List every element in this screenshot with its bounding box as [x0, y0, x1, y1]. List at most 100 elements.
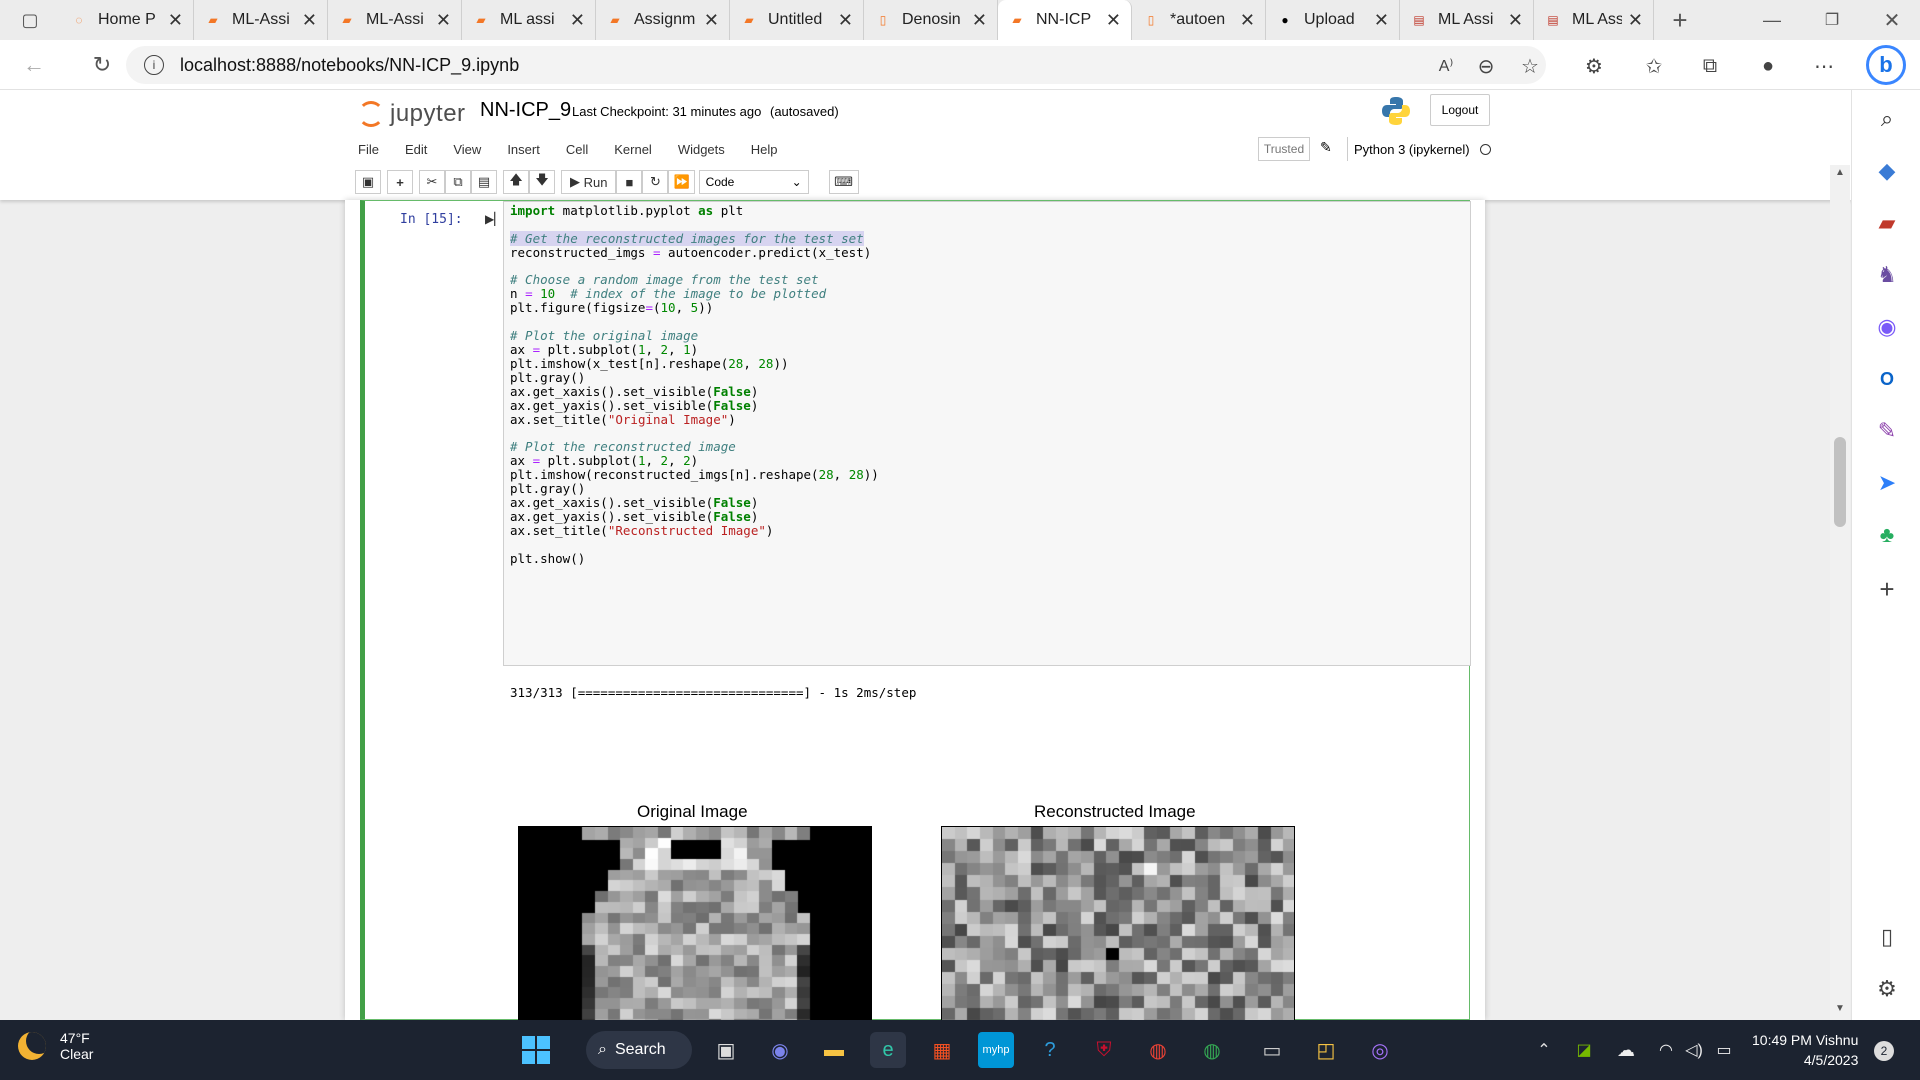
browser-tab[interactable]: ▰ ML assi ✕: [462, 0, 596, 40]
task-view-icon[interactable]: ▣: [708, 1032, 744, 1068]
menu-edit[interactable]: Edit: [392, 142, 440, 157]
menu-insert[interactable]: Insert: [494, 142, 553, 157]
menu-view[interactable]: View: [440, 142, 494, 157]
restore-icon[interactable]: ❐: [1812, 0, 1852, 40]
logout-button[interactable]: Logout: [1430, 94, 1490, 126]
close-tab-icon[interactable]: ✕: [302, 10, 317, 31]
trusted-badge[interactable]: Trusted: [1258, 137, 1310, 161]
browser-tab[interactable]: ◌ Home P ✕: [60, 0, 194, 40]
mcafee-icon[interactable]: ⛨: [1086, 1032, 1122, 1068]
browser-tab[interactable]: ▤ ML Assi ✕: [1534, 0, 1654, 40]
send-icon[interactable]: ➤: [1872, 468, 1902, 498]
cell-type-select[interactable]: Code ⌄: [698, 170, 809, 194]
close-window-icon[interactable]: ✕: [1872, 0, 1912, 40]
teams-chat-icon[interactable]: ◉: [762, 1032, 798, 1068]
menu-help[interactable]: Help: [738, 142, 791, 157]
close-tab-icon[interactable]: ✕: [838, 10, 853, 31]
insert-cell-icon[interactable]: +: [387, 170, 413, 194]
close-tab-icon[interactable]: ✕: [1374, 10, 1389, 31]
cut-icon[interactable]: ✂: [419, 170, 445, 194]
remote-desktop-icon[interactable]: ◰: [1308, 1032, 1344, 1068]
restart-icon[interactable]: ↻: [642, 170, 669, 194]
copy-icon[interactable]: ⧉: [445, 170, 471, 194]
command-palette-icon[interactable]: ⌨: [828, 170, 859, 194]
edge-icon[interactable]: e: [870, 1032, 906, 1068]
browser-tab[interactable]: ▰ Untitled ✕: [730, 0, 864, 40]
browser-tab[interactable]: ▯ Denosin ✕: [864, 0, 998, 40]
browser-tab[interactable]: ▰ ML-Assi ✕: [194, 0, 328, 40]
file-explorer-icon[interactable]: ▬: [816, 1032, 852, 1068]
myhp-icon[interactable]: myhp: [978, 1032, 1014, 1068]
code-editor[interactable]: import matplotlib.pyplot as plt # Get th…: [503, 201, 1471, 666]
chrome-profile-icon[interactable]: ◍: [1194, 1032, 1230, 1068]
menu-file[interactable]: File: [345, 142, 392, 157]
paste-icon[interactable]: ▤: [471, 170, 497, 194]
extensions-icon[interactable]: ⚙: [1578, 50, 1610, 82]
close-tab-icon[interactable]: ✕: [1628, 10, 1643, 31]
designer-icon[interactable]: ✎: [1872, 416, 1902, 446]
tab-actions-icon[interactable]: ▢: [0, 0, 60, 40]
page-scrollbar[interactable]: ▲ ▼: [1830, 165, 1850, 1020]
scroll-up-icon[interactable]: ▲: [1835, 167, 1845, 178]
tray-chevron-icon[interactable]: ⌃: [1526, 1032, 1562, 1068]
close-tab-icon[interactable]: ✕: [1106, 10, 1121, 31]
minimize-icon[interactable]: —: [1752, 0, 1792, 40]
kernel-indicator[interactable]: Python 3 (ipykernel): [1347, 137, 1491, 161]
chrome-icon[interactable]: ◍: [1140, 1032, 1176, 1068]
scrollbar-thumb[interactable]: [1834, 437, 1846, 527]
close-tab-icon[interactable]: ✕: [436, 10, 451, 31]
browser-tab[interactable]: ▰ Assignm ✕: [596, 0, 730, 40]
add-favorite-icon[interactable]: ☆: [1514, 50, 1546, 82]
close-tab-icon[interactable]: ✕: [570, 10, 585, 31]
office-icon[interactable]: ◉: [1872, 312, 1902, 342]
notification-badge[interactable]: 2: [1874, 1041, 1894, 1061]
scroll-down-icon[interactable]: ▼: [1835, 1003, 1845, 1014]
browser-tab[interactable]: ▤ ML Assi ✕: [1400, 0, 1534, 40]
zoom-out-icon[interactable]: ⊖: [1470, 50, 1502, 82]
games-icon[interactable]: ♞: [1872, 260, 1902, 290]
taskbar-search[interactable]: ⌕ Search: [586, 1031, 692, 1069]
move-down-icon[interactable]: 🡇: [529, 170, 555, 194]
battery-icon[interactable]: ▭: [1706, 1032, 1742, 1068]
url-field[interactable]: i localhost:8888/notebooks/NN-ICP_9.ipyn…: [126, 46, 1546, 84]
terminal-icon[interactable]: ▭: [1254, 1032, 1290, 1068]
onedrive-icon[interactable]: ☁: [1608, 1032, 1644, 1068]
collections-icon[interactable]: ⧉: [1694, 50, 1726, 82]
browser-tab[interactable]: ● Upload ✕: [1266, 0, 1400, 40]
restart-run-all-icon[interactable]: ⏩: [668, 170, 695, 194]
outlook-icon[interactable]: O: [1872, 364, 1902, 394]
new-tab-button[interactable]: +: [1660, 0, 1700, 40]
clock[interactable]: 10:49 PM Vishnu 4/5/2023: [1752, 1030, 1858, 1070]
nvidia-icon[interactable]: ◪: [1566, 1032, 1602, 1068]
refresh-icon[interactable]: ↻: [82, 45, 122, 85]
read-aloud-icon[interactable]: A⁾: [1430, 50, 1462, 82]
store-icon[interactable]: ▦: [924, 1032, 960, 1068]
profile-icon[interactable]: ●: [1752, 50, 1784, 82]
menu-widgets[interactable]: Widgets: [665, 142, 738, 157]
github-desktop-icon[interactable]: ◎: [1362, 1032, 1398, 1068]
site-info-icon[interactable]: i: [144, 55, 164, 75]
browser-tab[interactable]: ▯ *autoen ✕: [1132, 0, 1266, 40]
close-tab-icon[interactable]: ✕: [972, 10, 987, 31]
browser-tab[interactable]: ▰ NN-ICP ✕: [998, 0, 1132, 40]
edit-pencil-icon[interactable]: ✎: [1320, 139, 1332, 156]
menu-kernel[interactable]: Kernel: [601, 142, 665, 157]
copilot-icon[interactable]: b: [1866, 45, 1906, 85]
jupyter-logo[interactable]: jupyter: [358, 97, 466, 131]
run-button[interactable]: ▶ Run: [561, 170, 617, 194]
run-cell-icon[interactable]: ▶▏: [485, 212, 503, 226]
menu-cell[interactable]: Cell: [553, 142, 601, 157]
back-icon[interactable]: ←: [14, 45, 54, 85]
move-up-icon[interactable]: 🡅: [503, 170, 529, 194]
browser-tab[interactable]: ▰ ML-Assi ✕: [328, 0, 462, 40]
start-icon[interactable]: [518, 1032, 554, 1068]
close-tab-icon[interactable]: ✕: [168, 10, 183, 31]
search-icon[interactable]: ⌕: [1872, 104, 1902, 134]
settings-icon[interactable]: ⚙: [1872, 974, 1902, 1004]
code-cell[interactable]: In [15]: ▶▏ import matplotlib.pyplot as …: [360, 200, 1471, 1020]
tree-icon[interactable]: ♣: [1872, 520, 1902, 550]
add-icon[interactable]: +: [1872, 574, 1902, 604]
split-screen-icon[interactable]: ▯: [1872, 922, 1902, 952]
help-icon[interactable]: ?: [1032, 1032, 1068, 1068]
interrupt-icon[interactable]: ■: [616, 170, 643, 194]
